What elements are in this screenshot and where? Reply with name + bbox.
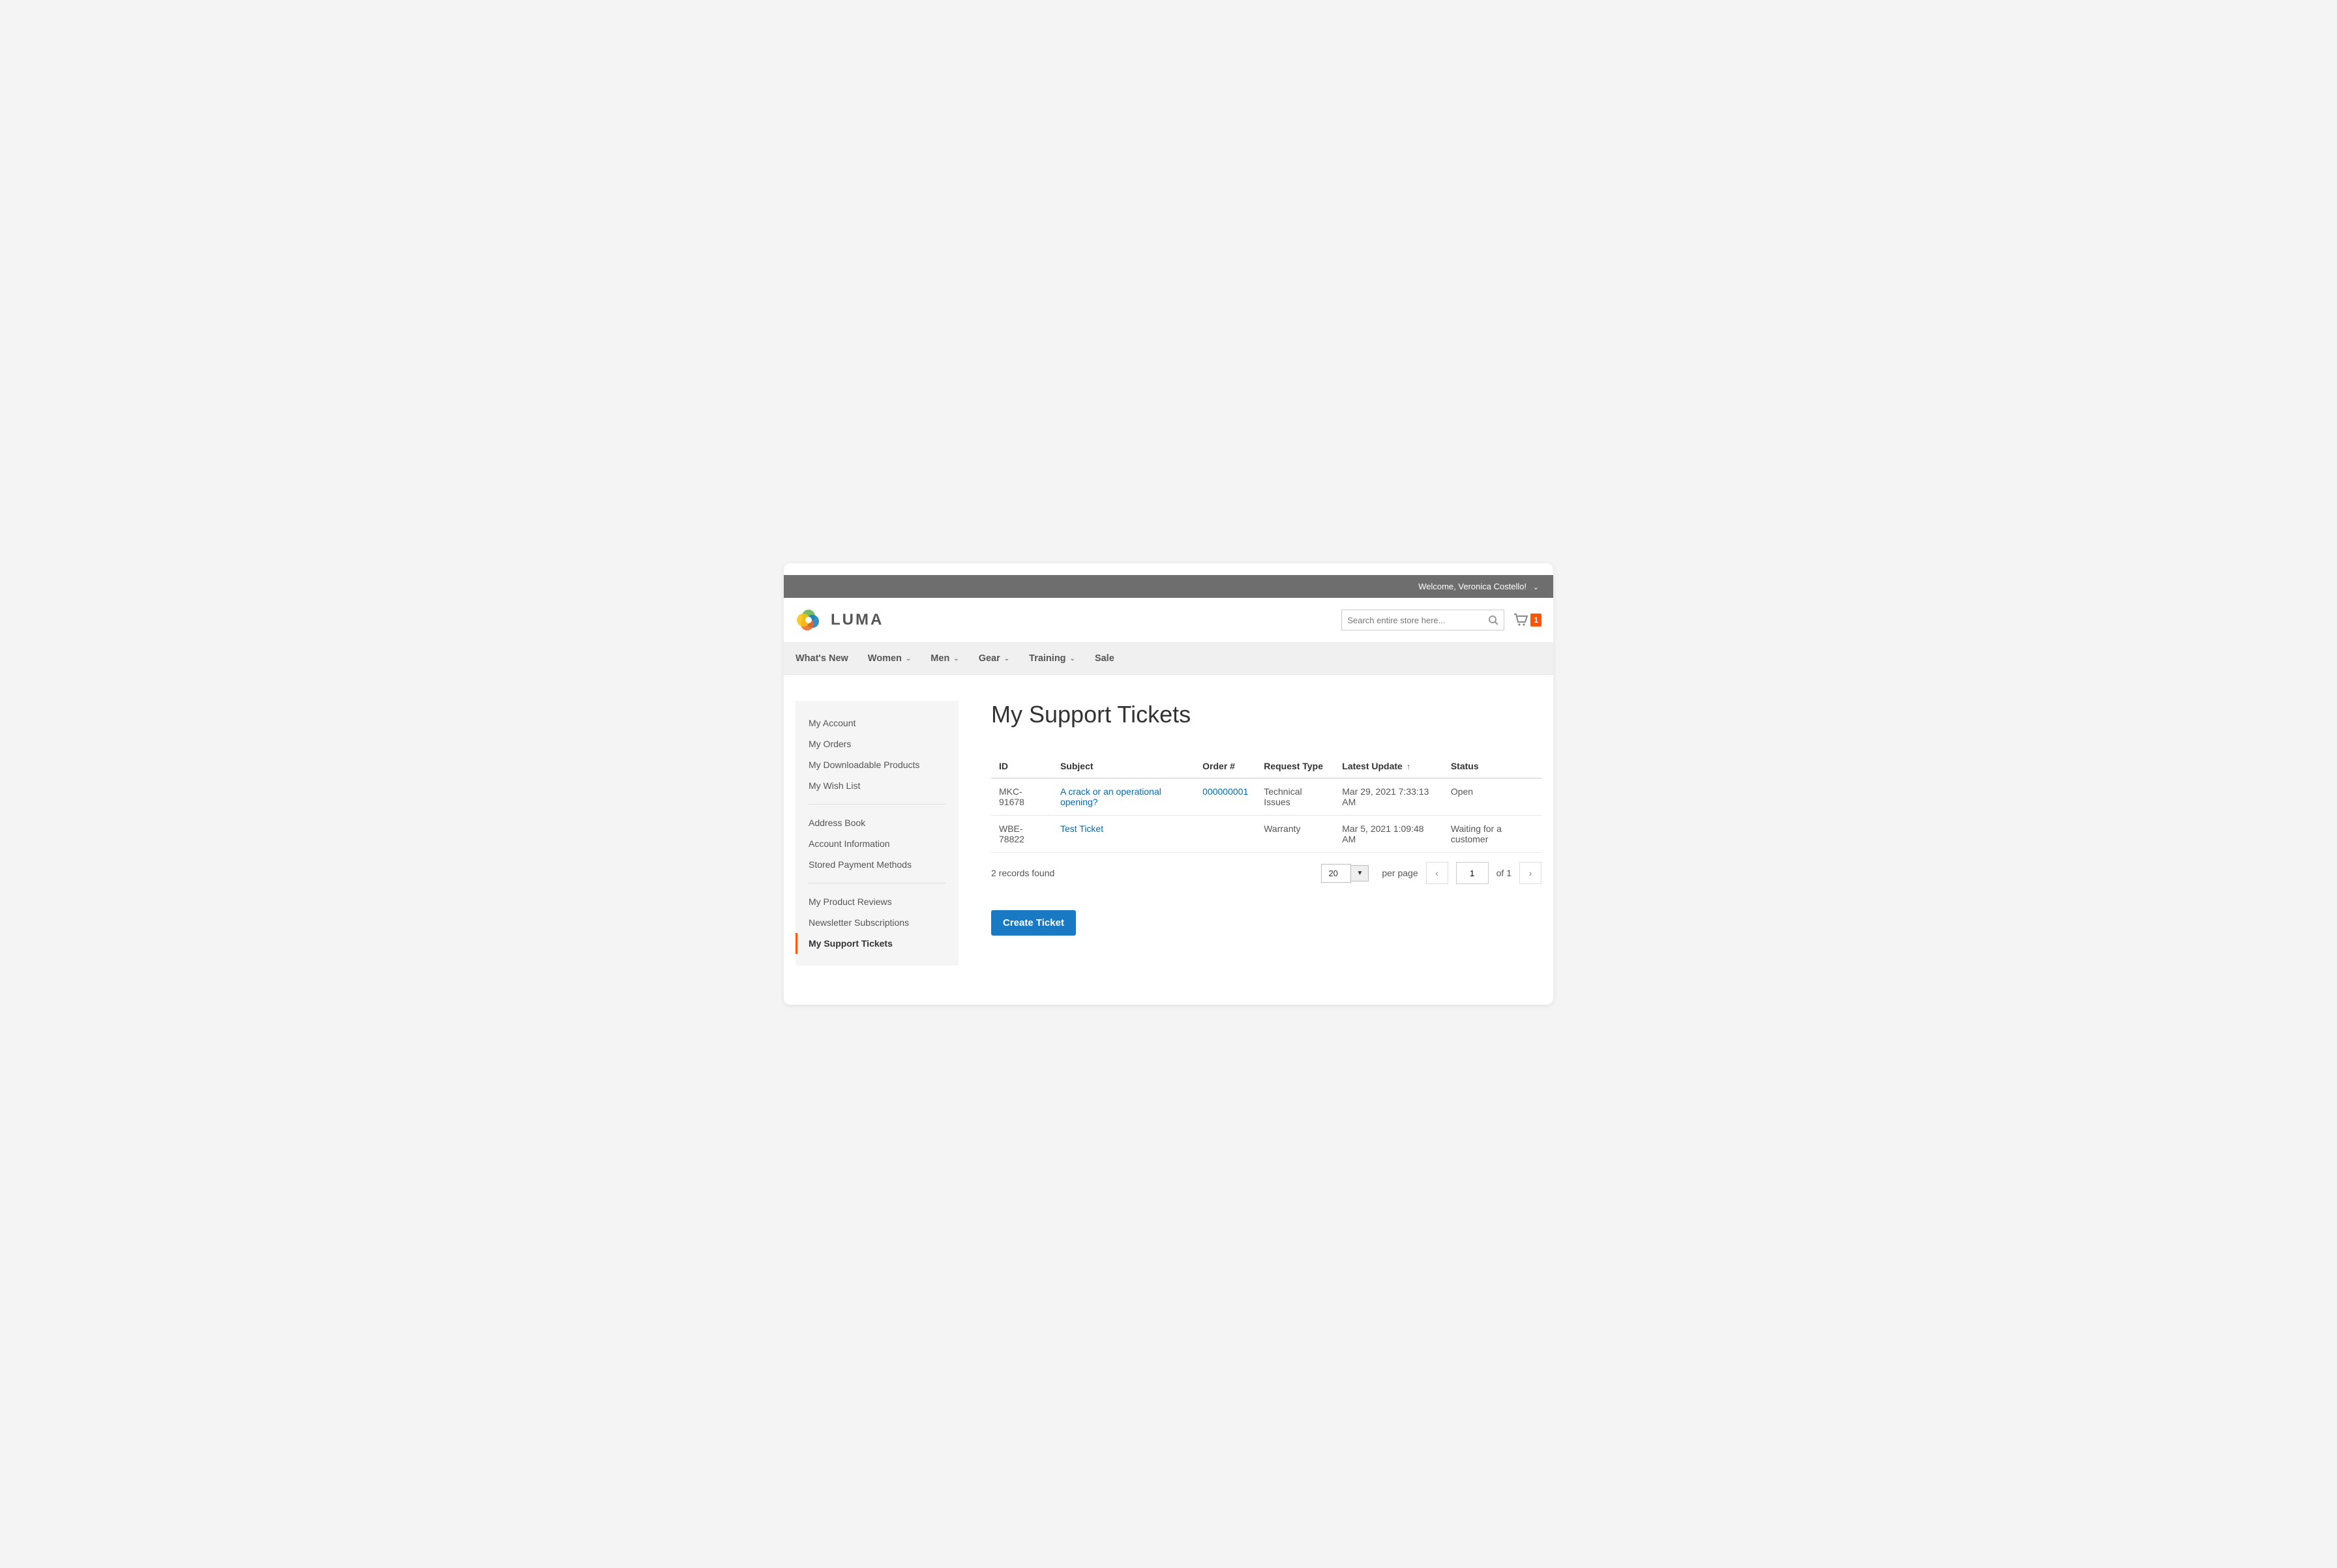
header-right: 1 bbox=[1341, 610, 1541, 630]
account-sidebar: My AccountMy OrdersMy Downloadable Produ… bbox=[796, 701, 959, 966]
page-total-label: of 1 bbox=[1496, 868, 1511, 878]
logo[interactable]: LUMA bbox=[796, 607, 884, 633]
chevron-down-icon: ⌄ bbox=[953, 655, 959, 662]
per-page-value: 20 bbox=[1321, 864, 1351, 883]
ticket-subject: A crack or an operational opening? bbox=[1052, 778, 1195, 816]
create-ticket-button[interactable]: Create Ticket bbox=[991, 910, 1076, 936]
table-footer: 2 records found 20 ▼ per page ‹ of 1 › bbox=[991, 862, 1541, 884]
sidebar-item-my-account[interactable]: My Account bbox=[796, 713, 959, 733]
chevron-down-icon: ⌄ bbox=[1533, 584, 1539, 591]
sidebar-item-my-support-tickets[interactable]: My Support Tickets bbox=[796, 933, 959, 954]
ticket-subject: Test Ticket bbox=[1052, 816, 1195, 853]
ticket-status: Waiting for a customer bbox=[1443, 816, 1541, 853]
nav-item-training[interactable]: Training⌄ bbox=[1029, 643, 1075, 674]
search-icon bbox=[1488, 615, 1498, 625]
prev-page-button[interactable]: ‹ bbox=[1426, 862, 1448, 884]
cart-count-badge: 1 bbox=[1530, 614, 1541, 627]
nav-item-what-s-new[interactable]: What's New bbox=[796, 643, 848, 674]
page-title: My Support Tickets bbox=[991, 701, 1541, 728]
per-page-label: per page bbox=[1382, 868, 1418, 878]
ticket-latest-update: Mar 29, 2021 7:33:13 AM bbox=[1334, 778, 1443, 816]
next-page-button[interactable]: › bbox=[1519, 862, 1541, 884]
welcome-text: Welcome, Veronica Costello! bbox=[1418, 582, 1526, 591]
column-header-request-type[interactable]: Request Type bbox=[1256, 754, 1334, 778]
ticket-order bbox=[1195, 816, 1256, 853]
sidebar-separator bbox=[809, 804, 945, 805]
chevron-down-icon: ⌄ bbox=[1004, 655, 1009, 662]
page-container: Welcome, Veronica Costello! ⌄ LUMA bbox=[784, 563, 1553, 1005]
nav-item-gear[interactable]: Gear⌄ bbox=[979, 643, 1009, 674]
sidebar-item-account-information[interactable]: Account Information bbox=[796, 833, 959, 854]
page-number-input[interactable] bbox=[1456, 862, 1489, 884]
ticket-latest-update: Mar 5, 2021 1:09:48 AM bbox=[1334, 816, 1443, 853]
column-header-order-[interactable]: Order # bbox=[1195, 754, 1256, 778]
ticket-subject-link[interactable]: A crack or an operational opening? bbox=[1060, 786, 1161, 807]
cart-button[interactable]: 1 bbox=[1513, 614, 1541, 627]
search-input[interactable] bbox=[1347, 615, 1488, 625]
ticket-order: 000000001 bbox=[1195, 778, 1256, 816]
pager: 20 ▼ per page ‹ of 1 › bbox=[1321, 862, 1541, 884]
per-page-dropdown-button[interactable]: ▼ bbox=[1351, 865, 1369, 881]
ticket-request-type: Technical Issues bbox=[1256, 778, 1334, 816]
brand-name: LUMA bbox=[831, 611, 884, 629]
logo-icon bbox=[796, 607, 822, 633]
sidebar-item-my-orders[interactable]: My Orders bbox=[796, 733, 959, 754]
nav-item-men[interactable]: Men⌄ bbox=[930, 643, 959, 674]
sidebar-item-my-wish-list[interactable]: My Wish List bbox=[796, 775, 959, 796]
content-area: My AccountMy OrdersMy Downloadable Produ… bbox=[784, 675, 1553, 1005]
welcome-message[interactable]: Welcome, Veronica Costello! ⌄ bbox=[1418, 582, 1539, 591]
header: LUMA 1 bbox=[784, 598, 1553, 643]
sidebar-item-my-product-reviews[interactable]: My Product Reviews bbox=[796, 891, 959, 912]
column-header-status[interactable]: Status bbox=[1443, 754, 1541, 778]
ticket-order-link[interactable]: 000000001 bbox=[1202, 786, 1248, 797]
column-header-id[interactable]: ID bbox=[991, 754, 1052, 778]
table-row: MKC-91678 A crack or an operational openi… bbox=[991, 778, 1541, 816]
cart-icon bbox=[1513, 614, 1528, 627]
records-found-label: 2 records found bbox=[991, 868, 1054, 878]
top-bar: Welcome, Veronica Costello! ⌄ bbox=[784, 575, 1553, 598]
sidebar-item-stored-payment-methods[interactable]: Stored Payment Methods bbox=[796, 854, 959, 875]
main-content: My Support Tickets IDSubjectOrder #Reque… bbox=[991, 701, 1541, 966]
nav-item-sale[interactable]: Sale bbox=[1095, 643, 1114, 674]
nav-item-women[interactable]: Women⌄ bbox=[868, 643, 912, 674]
table-row: WBE-78822 Test Ticket WarrantyMar 5, 2021 … bbox=[991, 816, 1541, 853]
ticket-status: Open bbox=[1443, 778, 1541, 816]
sidebar-item-newsletter-subscriptions[interactable]: Newsletter Subscriptions bbox=[796, 912, 959, 933]
chevron-down-icon: ⌄ bbox=[1070, 655, 1075, 662]
column-header-latest-update[interactable]: Latest Update↑ bbox=[1334, 754, 1443, 778]
sidebar-item-address-book[interactable]: Address Book bbox=[796, 812, 959, 833]
tickets-table: IDSubjectOrder #Request TypeLatest Updat… bbox=[991, 754, 1541, 853]
column-header-subject[interactable]: Subject bbox=[1052, 754, 1195, 778]
ticket-id: MKC-91678 bbox=[991, 778, 1052, 816]
per-page-select[interactable]: 20 ▼ bbox=[1321, 864, 1369, 883]
search-box[interactable] bbox=[1341, 610, 1504, 630]
ticket-id: WBE-78822 bbox=[991, 816, 1052, 853]
main-nav: What's New Women⌄ Men⌄ Gear⌄ Training⌄ Sale bbox=[784, 643, 1553, 675]
ticket-request-type: Warranty bbox=[1256, 816, 1334, 853]
sort-ascending-icon: ↑ bbox=[1407, 762, 1411, 771]
ticket-subject-link[interactable]: Test Ticket bbox=[1060, 823, 1103, 834]
sidebar-item-my-downloadable-products[interactable]: My Downloadable Products bbox=[796, 754, 959, 775]
chevron-down-icon: ⌄ bbox=[906, 655, 911, 662]
